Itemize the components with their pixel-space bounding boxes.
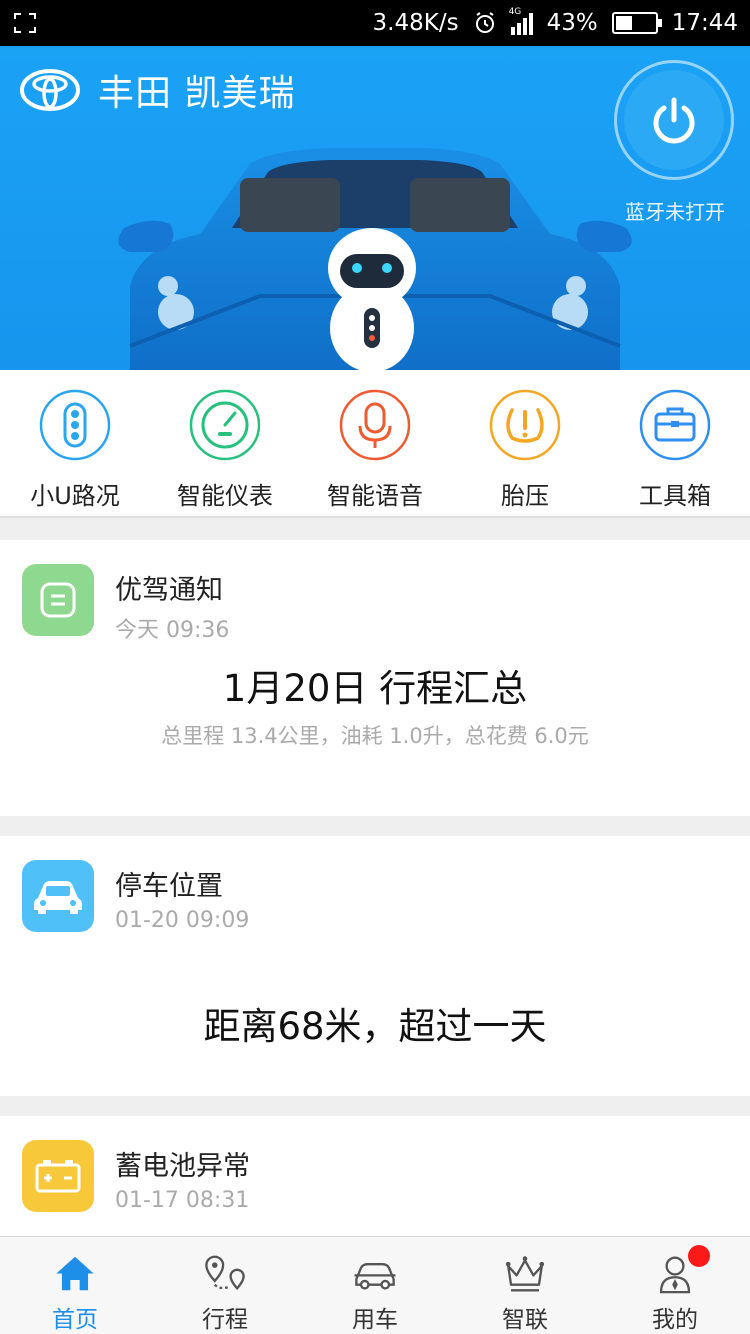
traffic-light-icon [39, 389, 111, 461]
route-icon [205, 1255, 245, 1291]
notification-card-battery[interactable]: 蓄电池异常 01-17 08:31 [0, 1116, 750, 1236]
tab-label: 智联 [502, 1307, 548, 1333]
tab-car[interactable]: 用车 [300, 1237, 450, 1334]
notification-card-parking[interactable]: 停车位置 01-20 09:09 距离68米，超过一天 [0, 836, 750, 1096]
quick-nav-label: 智能语音 [327, 482, 423, 510]
quick-nav-label: 胎压 [501, 482, 549, 510]
status-bar: 3.48K/s 4G 43% 17:44 [0, 0, 750, 46]
bluetooth-status: 蓝牙未打开 [625, 200, 725, 224]
signal-icon: 4G [509, 7, 533, 35]
quick-nav-label: 工具箱 [639, 482, 711, 510]
quick-nav: 小U路况 智能仪表 智能语音 胎压 工具箱 [0, 370, 750, 518]
clock: 17:44 [671, 10, 738, 36]
quick-nav-toolbox[interactable]: 工具箱 [600, 370, 750, 516]
car-icon [22, 860, 94, 932]
quick-nav-label: 小U路况 [30, 482, 120, 510]
notification-badge [688, 1245, 710, 1267]
network-speed: 3.48K/s [372, 10, 459, 36]
power-icon [653, 97, 695, 144]
quick-nav-label: 智能仪表 [177, 482, 273, 510]
screenshot-icon [14, 13, 36, 33]
tab-trips[interactable]: 行程 [150, 1237, 300, 1334]
card-time: 01-20 09:09 [115, 908, 250, 933]
quick-nav-tire[interactable]: 胎压 [450, 370, 600, 516]
brand-header: 丰田 凯美瑞 [20, 64, 295, 116]
card-time: 今天 09:36 [115, 618, 230, 643]
card-headline: 距离68米，超过一天 [203, 1005, 547, 1048]
alarm-icon [475, 12, 494, 33]
tire-pressure-icon [489, 389, 561, 461]
tab-label: 首页 [52, 1307, 98, 1333]
battery-percent: 43% [546, 10, 598, 36]
tab-label: 行程 [202, 1307, 248, 1333]
notification-card-trip[interactable]: 优驾通知 今天 09:36 1月20日 行程汇总 总里程 13.4公里，油耗 1… [0, 540, 750, 816]
battery-fill [615, 16, 633, 30]
hero-banner: 丰田 凯美瑞 蓝牙未打开 [0, 46, 750, 370]
quick-nav-traffic[interactable]: 小U路况 [0, 370, 150, 516]
signal-type: 4G [508, 7, 522, 17]
battery-icon [611, 12, 662, 34]
card-detail: 总里程 13.4公里，油耗 1.0升，总花费 6.0元 [161, 724, 589, 748]
speedometer-icon [189, 389, 261, 461]
card-title: 停车位置 [115, 871, 223, 902]
microphone-icon [339, 389, 411, 461]
tab-home[interactable]: 首页 [0, 1237, 150, 1334]
card-title: 优驾通知 [115, 575, 223, 606]
toolbox-icon [639, 389, 711, 461]
tab-label: 用车 [352, 1307, 398, 1333]
tab-connect[interactable]: 智联 [450, 1237, 600, 1334]
home-icon [56, 1256, 94, 1291]
card-headline: 1月20日 行程汇总 [222, 667, 528, 710]
battery-icon [22, 1140, 94, 1212]
card-time: 01-17 08:31 [115, 1188, 250, 1213]
bottom-tab-bar: 首页 行程 用车 智联 我的 [0, 1236, 750, 1334]
bluetooth-power-button[interactable] [614, 60, 734, 180]
crown-icon [505, 1256, 545, 1292]
toyota-logo-icon [20, 69, 80, 111]
car-outline-icon [354, 1263, 396, 1290]
tab-profile[interactable]: 我的 [600, 1237, 750, 1334]
notice-icon [22, 564, 94, 636]
quick-nav-voice[interactable]: 智能语音 [300, 370, 450, 516]
quick-nav-dashboard[interactable]: 智能仪表 [150, 370, 300, 516]
car-model-title: 丰田 凯美瑞 [98, 73, 296, 114]
tab-label: 我的 [652, 1307, 698, 1333]
card-title: 蓄电池异常 [115, 1151, 250, 1182]
